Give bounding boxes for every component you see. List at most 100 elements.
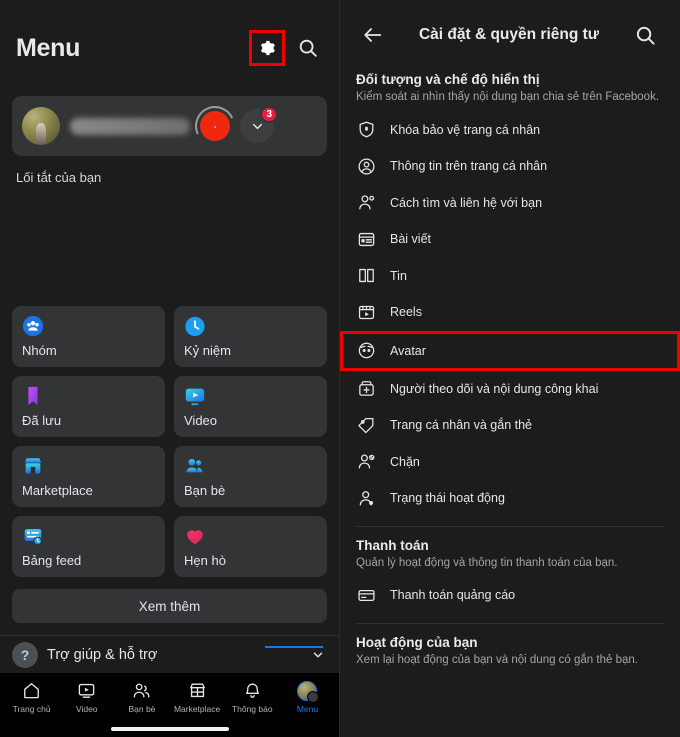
section-title: Đối tượng và chế độ hiển thị — [356, 72, 540, 87]
tile-marketplace[interactable]: Marketplace — [12, 446, 165, 507]
tile-label: Bạn bè — [184, 483, 226, 498]
bottom-navigation-bar: Trang chủ Video Bạn bè Marketplace Thông… — [0, 673, 339, 721]
tile-feeds[interactable]: Bảng feed — [12, 516, 165, 577]
tile-label: Kỷ niệm — [184, 343, 231, 358]
tile-label: Đã lưu — [22, 413, 62, 428]
option-profile-lock[interactable]: Khóa bảo vệ trang cá nhân — [340, 112, 680, 149]
option-label: Trang cá nhân và gắn thẻ — [390, 418, 532, 433]
section-divider — [356, 622, 664, 624]
option-label: Tin — [390, 268, 407, 283]
stories-book-icon — [356, 266, 376, 286]
option-active-status[interactable]: Trạng thái hoạt động — [340, 480, 680, 517]
search-icon[interactable] — [291, 31, 325, 65]
nav-label: Trang chủ — [12, 703, 51, 714]
option-posts[interactable]: Bài viết — [340, 221, 680, 258]
option-blocking[interactable]: Chặn — [340, 444, 680, 481]
nav-label: Video — [75, 703, 98, 714]
nav-label: Thông báo — [231, 703, 273, 714]
nav-item-notifications[interactable]: Thông báo — [225, 681, 280, 714]
settings-title: Cài đặt & quyền riêng tư — [418, 26, 600, 43]
tile-memories[interactable]: Kỷ niệm — [174, 306, 327, 367]
help-and-support-row[interactable]: ? Trợ giúp & hỗ trợ — [0, 635, 339, 673]
nav-item-menu[interactable]: Menu — [280, 680, 335, 714]
friends-icon — [132, 681, 151, 701]
tile-video[interactable]: Video — [174, 376, 327, 437]
friends-icon — [184, 455, 206, 477]
nav-label: Bạn bè — [128, 703, 156, 714]
tile-friends[interactable]: Bạn bè — [174, 446, 327, 507]
back-arrow-icon[interactable] — [356, 18, 390, 52]
option-label: Bài viết — [390, 232, 431, 247]
help-and-support-label: Trợ giúp & hỗ trợ — [47, 646, 158, 663]
nav-label: Menu — [296, 703, 319, 714]
nav-item-marketplace[interactable]: Marketplace — [170, 681, 225, 714]
page-title: Menu — [16, 33, 81, 62]
memories-clock-icon — [184, 315, 206, 337]
settings-option-list-audience: Khóa bảo vệ trang cá nhân Thông tin trên… — [340, 106, 680, 517]
option-label: Khóa bảo vệ trang cá nhân — [390, 122, 541, 137]
nav-item-home[interactable]: Trang chủ — [4, 681, 59, 714]
section-header-audience: Đối tượng và chế độ hiển thị Kiểm soát a… — [340, 70, 680, 106]
saved-bookmark-icon — [22, 385, 44, 407]
see-more-button[interactable]: Xem thêm — [12, 589, 327, 623]
nav-item-video[interactable]: Video — [59, 681, 114, 714]
avatar[interactable] — [22, 107, 60, 145]
nav-label: Marketplace — [173, 703, 221, 714]
marketplace-store-icon — [22, 455, 44, 477]
section-subtitle: Xem lại hoạt động của bạn và nội dung có… — [356, 653, 638, 666]
settings-header: Cài đặt & quyền riêng tư — [340, 0, 680, 70]
app-screen: Menu ● 3 Lối tắt của bạn Nhóm Kỷ niệm Đã… — [0, 0, 680, 737]
video-play-icon — [77, 681, 96, 701]
option-label: Chặn — [390, 454, 420, 469]
home-indicator — [0, 721, 339, 737]
section-subtitle: Kiểm soát ai nhìn thấy nội dung bạn chia… — [356, 91, 660, 103]
option-reels[interactable]: Reels — [340, 294, 680, 331]
dating-heart-icon — [184, 525, 206, 547]
video-icon — [184, 385, 206, 407]
menu-tile-grid: Nhóm Kỷ niệm Đã lưu Video Marketplace Bạ… — [0, 306, 339, 577]
section-subtitle: Quản lý hoạt động và thông tin thanh toá… — [356, 556, 618, 569]
settings-button-highlight[interactable] — [249, 30, 285, 66]
question-mark-icon: ? — [12, 641, 38, 668]
feeds-icon — [22, 525, 44, 547]
profile-card[interactable]: ● 3 — [12, 96, 327, 156]
menu-avatar-icon — [297, 680, 320, 703]
option-label: Reels — [390, 305, 422, 320]
settings-option-list-payments: Thanh toán quảng cáo — [340, 571, 680, 614]
tile-saved[interactable]: Đã lưu — [12, 376, 165, 437]
section-title: Hoạt động của bạn — [356, 634, 478, 650]
orange-circle-badge[interactable]: ● — [200, 111, 230, 141]
option-label: Thanh toán quảng cáo — [390, 588, 516, 603]
tile-label: Video — [184, 413, 218, 428]
bell-icon — [243, 681, 262, 701]
menu-header: Menu — [0, 0, 339, 96]
tile-label: Marketplace — [22, 483, 93, 498]
tile-groups[interactable]: Nhóm — [12, 306, 165, 367]
profile-expand-button[interactable]: 3 — [240, 106, 278, 143]
section-header-payments: Thanh toán Quản lý hoạt động và thông ti… — [340, 536, 680, 572]
help-chevron-down-icon[interactable] — [265, 642, 325, 668]
tile-label: Hẹn hò — [184, 553, 226, 568]
option-profile-information[interactable]: Thông tin trên trang cá nhân — [340, 148, 680, 185]
groups-icon — [22, 315, 44, 337]
left-spacer — [0, 185, 339, 306]
active-status-icon — [356, 488, 376, 508]
option-ad-payments[interactable]: Thanh toán quảng cáo — [340, 577, 680, 614]
tile-dating[interactable]: Hẹn hò — [174, 516, 327, 577]
option-label: Cách tìm và liên hệ với bạn — [390, 195, 543, 210]
option-profile-and-tagging[interactable]: Trang cá nhân và gắn thẻ — [340, 407, 680, 444]
gear-icon[interactable] — [257, 38, 277, 58]
option-followers-public-content[interactable]: Người theo dõi và nội dung công khai — [340, 371, 680, 408]
nav-item-friends[interactable]: Bạn bè — [114, 681, 169, 714]
search-icon[interactable] — [628, 18, 662, 52]
notification-count-badge: 3 — [260, 106, 278, 123]
option-avatar[interactable]: Avatar — [340, 330, 680, 371]
profile-name-redacted — [70, 117, 190, 135]
menu-panel: Menu ● 3 Lối tắt của bạn Nhóm Kỷ niệm Đã… — [0, 0, 340, 737]
tile-label: Nhóm — [22, 343, 57, 358]
avatar-face-icon — [356, 341, 376, 361]
option-stories[interactable]: Tin — [340, 258, 680, 295]
option-label: Thông tin trên trang cá nhân — [390, 159, 548, 174]
option-how-people-find-you[interactable]: Cách tìm và liên hệ với bạn — [340, 185, 680, 222]
option-label: Người theo dõi và nội dung công khai — [390, 381, 599, 396]
